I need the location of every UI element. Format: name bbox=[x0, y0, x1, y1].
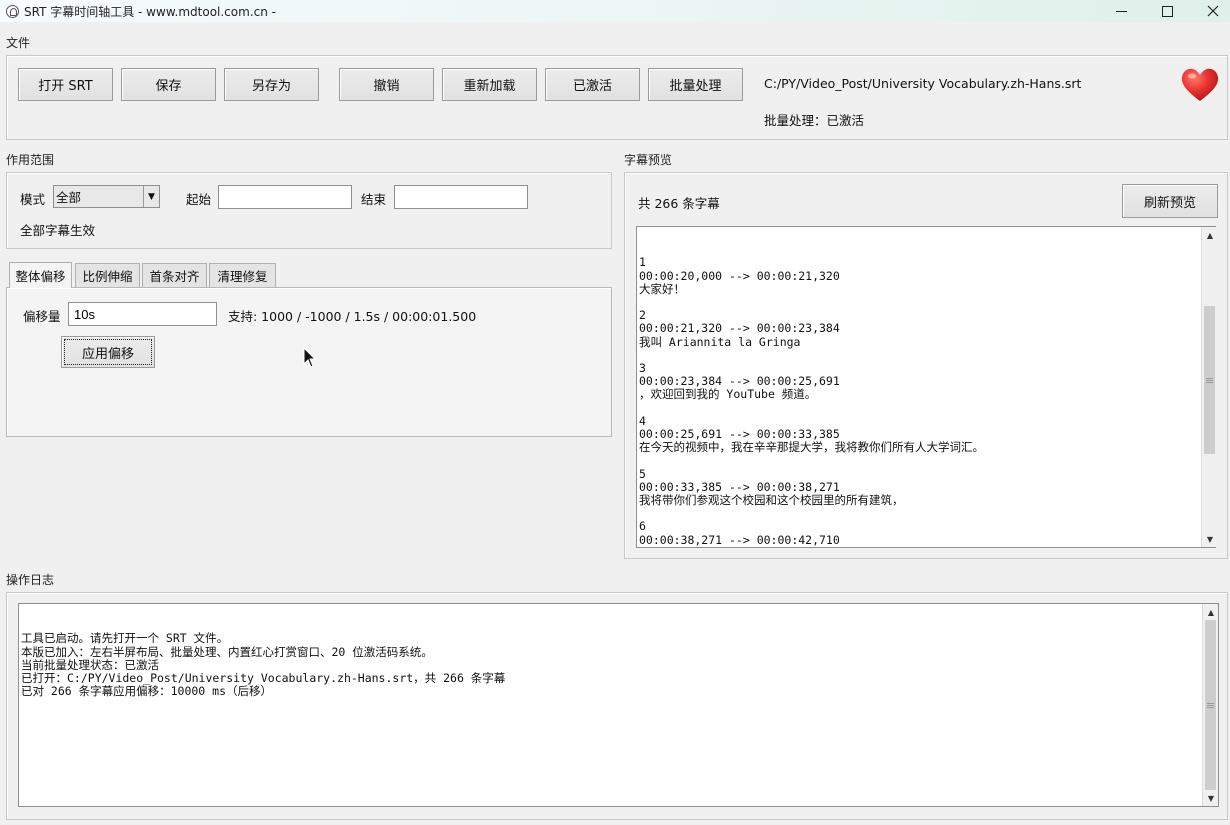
apply-offset-button[interactable]: 应用偏移 bbox=[61, 336, 155, 368]
file-section-label: 文件 bbox=[6, 36, 31, 50]
offset-input[interactable] bbox=[68, 302, 217, 326]
start-label: 起始 bbox=[186, 192, 212, 207]
subtitle-text: ，欢迎回到我的 YouTube 频道。 bbox=[639, 387, 817, 402]
scope-status-label: 全部字幕生效 bbox=[20, 223, 96, 238]
heart-icon[interactable] bbox=[1180, 67, 1220, 103]
subtitle-entry: 1 00:00:20,000 --> 00:00:21,320 大家好！ bbox=[639, 256, 1215, 309]
app-logo-icon bbox=[6, 4, 19, 18]
scroll-down-icon[interactable]: ▼ bbox=[1203, 790, 1219, 806]
scope-group bbox=[6, 172, 612, 249]
close-icon[interactable] bbox=[1190, 0, 1230, 22]
refresh-preview-button[interactable]: 刷新预览 bbox=[1122, 184, 1218, 218]
subtitle-text: 在今天的视频中，我在辛辛那提大学，我将教你们所有人大学词汇。 bbox=[639, 440, 984, 455]
log-scrollbar[interactable]: ▲ ▼ bbox=[1202, 604, 1218, 806]
preview-scroll-thumb[interactable] bbox=[1204, 306, 1215, 454]
title-bar: SRT 字幕时间轴工具 - www.mdtool.com.cn - bbox=[0, 0, 1230, 22]
scroll-down-icon[interactable]: ▼ bbox=[1202, 531, 1218, 547]
subtitle-text: 大家好！ bbox=[639, 281, 685, 296]
subtitle-time: 00:00:21,320 --> 00:00:23,384 bbox=[639, 321, 840, 336]
tab-cleanup[interactable]: 清理修复 bbox=[209, 263, 276, 287]
preview-scrollbar[interactable]: ▲ ▼ bbox=[1201, 227, 1217, 547]
end-input[interactable] bbox=[394, 185, 528, 209]
reload-button[interactable]: 重新加载 bbox=[442, 68, 537, 101]
log-content: 工具已启动。请先打开一个 SRT 文件。 本版已加入：左右半屏布局、批量处理、内置… bbox=[19, 630, 1218, 698]
mode-label: 模式 bbox=[20, 192, 46, 207]
offset-support-hint: 支持: 1000 / -1000 / 1.5s / 00:00:01.500 bbox=[228, 309, 477, 324]
subtitle-index: 1 bbox=[639, 255, 646, 270]
log-section-label: 操作日志 bbox=[6, 573, 55, 587]
subtitle-time: 00:00:38,271 --> 00:00:42,710 bbox=[639, 532, 840, 547]
preview-section-label: 字幕预览 bbox=[624, 153, 673, 167]
subtitle-text: 并教你们所有人这所大学提供的不同专业。 bbox=[639, 546, 1215, 547]
subtitle-index: 5 bbox=[639, 466, 646, 481]
file-path-label: C:/PY/Video_Post/University Vocabulary.z… bbox=[764, 76, 1082, 91]
tab-scale[interactable]: 比例伸缩 bbox=[75, 263, 140, 287]
tab-align-first[interactable]: 首条对齐 bbox=[142, 263, 207, 287]
log-scroll-thumb[interactable] bbox=[1205, 620, 1216, 790]
mode-select-value: 全部 bbox=[56, 190, 82, 205]
scroll-up-icon[interactable]: ▲ bbox=[1203, 604, 1219, 620]
save-button[interactable]: 保存 bbox=[121, 68, 216, 101]
subtitle-entry: 3 00:00:23,384 --> 00:00:25,691 ，欢迎回到我的 Yo… bbox=[639, 361, 1215, 415]
undo-button[interactable]: 撤销 bbox=[339, 68, 434, 101]
log-line: 工具已启动。请先打开一个 SRT 文件。 bbox=[21, 631, 229, 646]
maximize-icon[interactable] bbox=[1144, 0, 1190, 22]
offset-label: 偏移量 bbox=[23, 309, 61, 324]
minimize-icon[interactable] bbox=[1098, 0, 1144, 22]
start-input[interactable] bbox=[218, 185, 352, 209]
open-srt-button[interactable]: 打开 SRT bbox=[18, 68, 113, 101]
batch-status-label: 批量处理：已激活 bbox=[764, 113, 865, 128]
chevron-down-icon: ▼ bbox=[143, 186, 159, 207]
scope-section-label: 作用范围 bbox=[6, 153, 55, 167]
tab-offset[interactable]: 整体偏移 bbox=[9, 262, 72, 288]
subtitle-index: 6 bbox=[639, 519, 646, 534]
mouse-cursor-icon bbox=[303, 347, 317, 368]
batch-process-button[interactable]: 批量处理 bbox=[648, 68, 743, 101]
subtitle-entry: 4 00:00:25,691 --> 00:00:33,385 在今天的视频中，我在… bbox=[639, 414, 1215, 468]
subtitle-count-label: 共 266 条字幕 bbox=[638, 196, 720, 211]
subtitle-entry: 2 00:00:21,320 --> 00:00:23,384 我叫 Arianni… bbox=[639, 309, 1215, 362]
mode-select[interactable]: 全部 ▼ bbox=[53, 185, 160, 208]
activated-button[interactable]: 已激活 bbox=[545, 68, 640, 101]
preview-text-area[interactable]: 1 00:00:20,000 --> 00:00:21,320 大家好！ 2 00:0… bbox=[636, 226, 1216, 548]
subtitle-text: 我叫 Ariannita la Gringa bbox=[639, 334, 801, 349]
subtitle-text: 我将带你们参观这个校园和这个校园里的所有建筑， bbox=[639, 493, 904, 508]
scroll-up-icon[interactable]: ▲ bbox=[1202, 227, 1218, 243]
log-text-area[interactable]: 工具已启动。请先打开一个 SRT 文件。 本版已加入：左右半屏布局、批量处理、内置… bbox=[18, 603, 1219, 807]
end-label: 结束 bbox=[361, 192, 387, 207]
save-as-button[interactable]: 另存为 bbox=[224, 68, 319, 101]
subtitle-entry: 600:00:38,271 --> 00:00:42,710并教你们所有人这所大… bbox=[639, 519, 1215, 547]
log-line: 本版已加入：左右半屏布局、批量处理、内置红心打赏窗口、20 位激活码系统。 bbox=[21, 644, 433, 659]
preview-content: 1 00:00:20,000 --> 00:00:21,320 大家好！ 2 00:0… bbox=[637, 253, 1215, 547]
log-line: 已对 266 条字幕应用偏移：10000 ms（后移） bbox=[21, 684, 273, 699]
window-title: SRT 字幕时间轴工具 - www.mdtool.com.cn - bbox=[24, 4, 276, 19]
subtitle-entry: 5 00:00:33,385 --> 00:00:38,271 我将带你们参观这个校… bbox=[639, 466, 1215, 521]
subtitle-time: 00:00:20,000 --> 00:00:21,320 bbox=[639, 268, 840, 283]
